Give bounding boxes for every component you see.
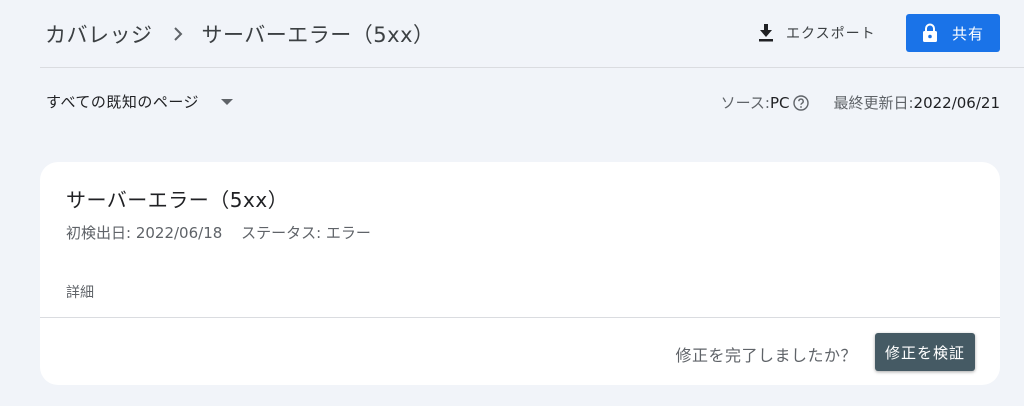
filter-selected-value: すべての既知のページ [46,93,200,111]
caret-down-icon [221,98,234,105]
export-label: エクスポート [786,26,876,42]
chevron-right-icon [173,27,182,41]
details-label: 詳細 [66,285,94,301]
source-value: PC [769,93,790,112]
issue-status: ステータス: エラー [241,224,371,242]
report-meta: ソース: PC 最終更新日: 2022/06/21 [721,92,1000,113]
issue-title: サーバーエラー（5xx） [66,188,289,212]
card-divider [40,317,1000,318]
updated-value: 2022/06/21 [913,93,1000,112]
download-icon [759,24,773,42]
header-divider [40,67,1024,68]
share-button[interactable]: 共有 [906,14,1000,52]
lock-icon [922,23,937,42]
issue-card: サーバーエラー（5xx） 初検出日: 2022/06/18 ステータス: エラー… [40,162,1000,385]
fix-question-text: 修正を完了しましたか？ [675,346,857,365]
breadcrumb-current: サーバーエラー（5xx） [201,23,435,47]
validate-fix-button[interactable]: 修正を検証 [875,333,975,371]
page-filter-dropdown[interactable]: すべての既知のページ [46,91,234,112]
source-label: ソース: [720,94,770,112]
export-button[interactable]: エクスポート [758,19,876,47]
updated-label: 最終更新日: [833,94,914,112]
first-detected-date: 初検出日: 2022/06/18 [66,224,223,242]
breadcrumb: カバレッジ サーバーエラー（5xx） [45,19,435,49]
page-header: カバレッジ サーバーエラー（5xx） エクスポート 共有 [0,0,1024,68]
share-label: 共有 [951,24,984,43]
issue-subtitle: 初検出日: 2022/06/18 ステータス: エラー [66,222,371,243]
help-circle-icon[interactable] [793,94,810,111]
breadcrumb-parent-link[interactable]: カバレッジ [45,19,153,49]
